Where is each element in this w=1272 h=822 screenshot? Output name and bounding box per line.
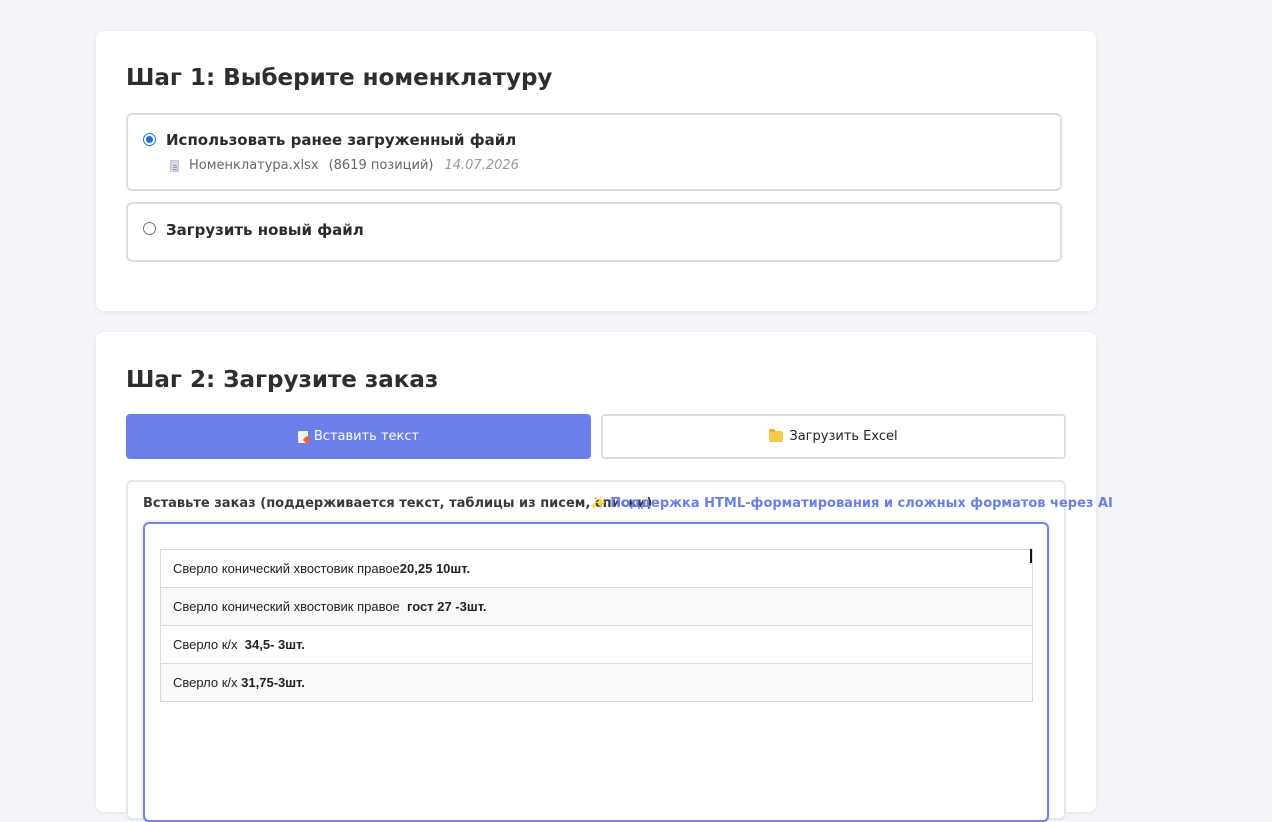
row-qty: 20,25 10шт. — [399, 561, 471, 576]
row-qty: гост 27 -3шт. — [407, 599, 487, 614]
table-row: Сверло к/х 34,5- 3шт. — [160, 625, 1033, 664]
paste-text-label: Вставить текст — [313, 429, 420, 444]
row-text: Сверло конический хвостовик правое — [173, 561, 400, 576]
table-row: Сверло конический хвостовик правое20,25 … — [160, 549, 1033, 588]
sparkles-icon: ✨ — [590, 496, 607, 511]
table-cell: Сверло к/х 34,5- 3шт. — [160, 625, 1033, 664]
order-input-label: Вставьте заказ (поддерживается текст, та… — [143, 496, 653, 511]
step1-card: Шаг 1: Выберите номенклатуру Использоват… — [96, 31, 1096, 311]
table-row: Сверло к/х 31,75-3шт. — [160, 663, 1033, 702]
table-cell: Сверло конический хвостовик правое гост … — [160, 587, 1033, 626]
table-cell: Сверло конический хвостовик правое20,25 … — [160, 549, 1033, 588]
option-new-label: Загрузить новый файл — [166, 221, 364, 239]
option-existing-file[interactable]: Использовать ранее загруженный файл Номе… — [126, 113, 1062, 191]
row-text: Сверло к/х — [173, 637, 245, 652]
table-cell: Сверло к/х 31,75-3шт. — [160, 663, 1033, 702]
step2-title: Шаг 2: Загрузите заказ — [126, 367, 439, 393]
option-new-file[interactable]: Загрузить новый файл — [126, 202, 1062, 262]
table-row: Сверло конический хвостовик правое гост … — [160, 587, 1033, 626]
radio-new-file[interactable] — [143, 222, 156, 235]
text-caret — [1030, 549, 1032, 563]
ai-support-note: ✨ Поддержка HTML-форматирования и сложных… — [590, 496, 1113, 511]
folder-icon — [769, 429, 784, 442]
step2-card: Шаг 2: Загрузите заказ Вставить текст За… — [96, 332, 1113, 822]
file-info: Номенклатура.xlsx (8619 позиций) 14.07.2… — [170, 158, 519, 173]
ai-support-text: Поддержка HTML-форматирования и сложных … — [610, 496, 1113, 511]
row-text: Сверло к/х — [173, 675, 242, 690]
order-table: Сверло конический хвостовик правое20,25 … — [160, 549, 1033, 702]
file-date: 14.07.2026 — [444, 158, 519, 173]
row-text: Сверло конический хвостовик правое — [173, 599, 408, 614]
row-qty: 34,5- 3шт. — [244, 637, 305, 652]
memo-icon — [297, 430, 308, 443]
row-qty: 31,75-3шт. — [241, 675, 305, 690]
option-existing-label: Использовать ранее загруженный файл — [166, 131, 517, 149]
document-icon — [170, 159, 179, 172]
step1-title: Шаг 1: Выберите номенклатуру — [126, 65, 553, 91]
file-positions: (8619 позиций) — [328, 158, 434, 173]
order-editor[interactable]: Сверло конический хвостовик правое20,25 … — [143, 522, 1049, 822]
file-name: Номенклатура.xlsx — [189, 158, 319, 173]
paste-text-button[interactable]: Вставить текст — [126, 414, 591, 459]
order-input-panel: Вставьте заказ (поддерживается текст, та… — [126, 480, 1113, 822]
upload-excel-label: Загрузить Excel — [789, 429, 898, 444]
radio-existing-file[interactable] — [143, 133, 156, 146]
upload-excel-button[interactable]: Загрузить Excel — [601, 414, 1066, 459]
